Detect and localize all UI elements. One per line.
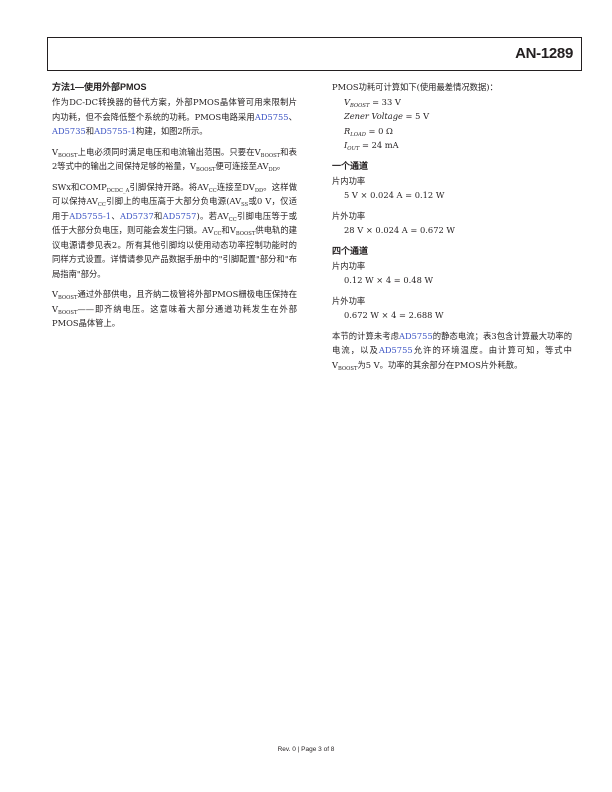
link-ad5735[interactable]: AD5735 xyxy=(52,126,86,136)
param-zener-voltage: Zener Voltage = 5 V xyxy=(344,111,430,121)
header-box: AN-1289 xyxy=(47,37,582,71)
onchip-calc-four: 0.12 W × 4 = 0.48 W xyxy=(344,275,434,285)
offchip-label: 片外功率 xyxy=(332,210,366,221)
onchip-label: 片内功率 xyxy=(332,175,366,186)
page-footer: Rev. 0 | Page 3 of 8 xyxy=(277,746,335,753)
paragraph-intro: 作为DC-DC转换器的替代方案，外部PMOS晶体管可用来限制片内功耗，但不会降低… xyxy=(52,97,297,136)
link-ad5755[interactable]: AD5755 xyxy=(255,112,289,122)
onchip-calc-one: 5 V × 0.024 A = 0.12 W xyxy=(344,190,445,200)
right-column: PMOS功耗可计算如下(使用最差情况数据)： VBOOST = 33 V Zen… xyxy=(332,80,572,378)
four-channel-heading: 四个通道 xyxy=(332,245,369,256)
summary-paragraph: 本节的计算未考虑AD5755的静态电流；表3包含计算最大功率的电流，以及AD57… xyxy=(332,330,572,372)
link-ad5755-1[interactable]: AD5755-1 xyxy=(94,126,136,136)
calc-intro: PMOS功耗可计算如下(使用最差情况数据)： xyxy=(332,82,498,92)
paragraph-zener: VBOOST通过外部供电，且齐纳二极管将外部PMOS栅极电压保持在VBOOST—… xyxy=(52,289,297,328)
one-channel-heading: 一个通道 xyxy=(332,160,369,171)
paragraph-vboost: VBOOST上电必须同时满足电压和电流输出范围。只要在VBOOST和表2等式中的… xyxy=(52,146,297,173)
onchip-label-four: 片内功率 xyxy=(332,260,366,271)
section-heading: 方法1—使用外部PMOS xyxy=(52,82,147,92)
document-id: AN-1289 xyxy=(515,45,573,62)
offchip-label-four: 片外功率 xyxy=(332,295,366,306)
link-ad5737[interactable]: AD5737 xyxy=(120,211,154,221)
offchip-calc-four: 0.672 W × 4 = 2.688 W xyxy=(344,310,444,320)
link-ad5755[interactable]: AD5755 xyxy=(399,331,433,341)
param-iout: IOUT = 24 mA xyxy=(344,140,399,152)
paragraph-pins: SWx和COMPDCDC_A引脚保持开路。将AVCC连接至DVDD。这样做可以保… xyxy=(52,181,297,279)
param-rload: RLOAD = 0 Ω xyxy=(344,125,393,138)
link-ad5755[interactable]: AD5755 xyxy=(379,345,413,355)
link-ad5757[interactable]: AD5757 xyxy=(163,211,197,221)
offchip-calc-one: 28 V × 0.024 A = 0.672 W xyxy=(344,225,455,235)
left-column: 方法1—使用外部PMOS 作为DC-DC转换器的替代方案，外部PMOS晶体管可用… xyxy=(52,80,297,337)
link-ad5755-1[interactable]: AD5755-1 xyxy=(69,211,111,221)
param-vboost: VBOOST = 33 V xyxy=(344,96,401,109)
